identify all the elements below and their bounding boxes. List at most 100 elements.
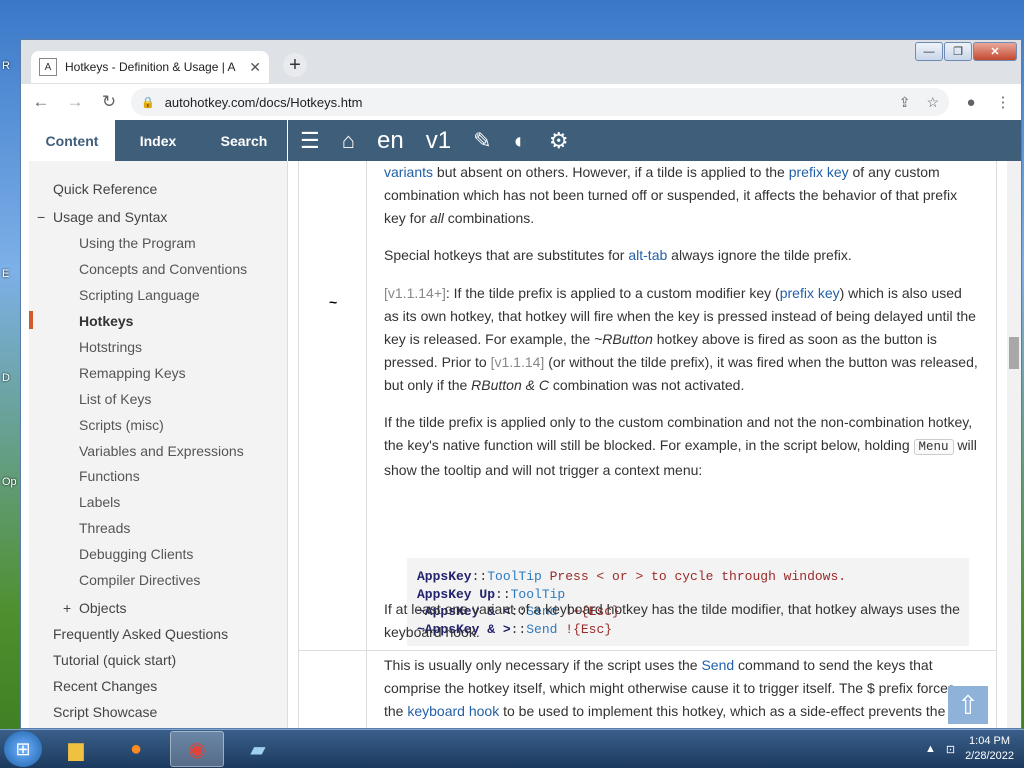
reload-button[interactable]: ↻ xyxy=(95,88,123,116)
taskbar: ⊞ ▆ ● ◉ ▰ ▲ ⊡ 1:04 PM 2/28/2022 xyxy=(0,729,1024,768)
toc-item-scripting-language[interactable]: Scripting Language xyxy=(79,287,200,303)
contrast-toggle-icon[interactable]: ◐ xyxy=(514,129,527,152)
text: always ignore the tilde prefix. xyxy=(667,247,852,263)
code-token: :: xyxy=(471,569,488,584)
toc-item-labels[interactable]: Labels xyxy=(79,494,120,510)
tab-search[interactable]: Search xyxy=(201,120,287,161)
sidebar-toc: Quick Reference − Usage and Syntax Using … xyxy=(29,161,288,728)
lock-icon: 🔒 xyxy=(141,96,155,109)
version-badge[interactable]: [v1.1.14+] xyxy=(384,285,446,301)
clock[interactable]: 1:04 PM 2/28/2022 xyxy=(965,734,1014,764)
paragraph-modifier-key: [v1.1.14+]: If the tilde prefix is appli… xyxy=(384,282,978,397)
version-badge[interactable]: [v1.1.14] xyxy=(491,354,545,370)
edit-pencil-icon[interactable]: ✎ xyxy=(473,129,491,152)
active-item-marker xyxy=(29,311,33,329)
language-selector[interactable]: en xyxy=(377,127,404,155)
text: Special hotkeys that are substitutes for xyxy=(384,247,629,263)
back-button[interactable]: ← xyxy=(27,88,55,116)
hamburger-menu-icon[interactable]: ☰ xyxy=(300,129,320,152)
desktop-icon-fragment[interactable]: R xyxy=(2,60,10,72)
text: : If the tilde prefix is applied to a cu… xyxy=(445,285,780,301)
link-prefix-key[interactable]: prefix key xyxy=(789,164,849,180)
tray-arrow-icon[interactable]: ▲ xyxy=(925,743,936,755)
page-viewport: Content Index Search ☰ ⌂ en v1 ✎ ◐ ⚙ Qui… xyxy=(21,120,1021,728)
url-text: autohotkey.com/docs/Hotkeys.htm xyxy=(164,94,363,110)
doc-content: ~ variants but absent on others. However… xyxy=(288,161,1007,728)
collapse-icon[interactable]: − xyxy=(37,209,53,225)
link-prefix-key-2[interactable]: prefix key xyxy=(780,285,840,301)
tab-content[interactable]: Content xyxy=(29,120,115,161)
firefox-icon[interactable]: ● xyxy=(110,732,162,766)
link-send[interactable]: Send xyxy=(701,657,734,673)
chrome-icon[interactable]: ◉ xyxy=(170,731,224,767)
page-scrollbar[interactable] xyxy=(1007,161,1021,728)
maximize-button[interactable]: ❐ xyxy=(944,42,972,61)
file-explorer-icon[interactable]: ▆ xyxy=(50,732,102,766)
system-tray: ▲ ⊡ 1:04 PM 2/28/2022 xyxy=(925,730,1014,768)
docs-nav-tabs: Content Index Search xyxy=(29,120,287,161)
toc-item-functions[interactable]: Functions xyxy=(79,468,140,484)
close-tab-icon[interactable]: ✕ xyxy=(249,59,261,76)
code-token[interactable]: ToolTip xyxy=(487,569,542,584)
text: to be used to implement this hotkey, whi… xyxy=(499,703,946,719)
toc-item-compiler-directives[interactable]: Compiler Directives xyxy=(79,572,200,588)
browser-tab[interactable]: A Hotkeys - Definition & Usage | A ✕ xyxy=(31,51,269,83)
bookmark-star-icon[interactable]: ☆ xyxy=(926,94,939,111)
toc-item-tutorial[interactable]: Tutorial (quick start) xyxy=(53,652,176,668)
toc-item-recent-changes[interactable]: Recent Changes xyxy=(53,678,157,694)
minimize-button[interactable]: — xyxy=(915,42,943,61)
back-to-top-button[interactable]: ⇧ xyxy=(948,686,988,724)
scrollbar-thumb[interactable] xyxy=(1009,337,1019,369)
toc-item-remapping-keys[interactable]: Remapping Keys xyxy=(79,365,186,381)
desktop-icon-fragment[interactable]: D xyxy=(2,372,10,384)
toc-item-quick-reference[interactable]: Quick Reference xyxy=(53,181,157,197)
forward-button[interactable]: → xyxy=(61,88,89,116)
text: combinations. xyxy=(443,210,535,226)
network-icon[interactable]: ⊡ xyxy=(946,743,955,756)
toc-item-using-the-program[interactable]: Using the Program xyxy=(79,235,196,251)
version-selector[interactable]: v1 xyxy=(426,127,451,155)
profile-avatar-icon[interactable]: ● xyxy=(957,88,985,116)
toc-item-hotkeys[interactable]: Hotkeys xyxy=(79,313,133,329)
text-italic: RButton & C xyxy=(471,377,549,393)
toc-item-script-showcase[interactable]: Script Showcase xyxy=(53,704,157,720)
link-keyboard-hook[interactable]: keyboard hook xyxy=(407,703,499,719)
dollar-key-cell xyxy=(299,651,367,728)
toc-item-hotstrings[interactable]: Hotstrings xyxy=(79,339,142,355)
home-icon[interactable]: ⌂ xyxy=(342,129,355,152)
toc-item-faq[interactable]: Frequently Asked Questions xyxy=(53,626,228,642)
toc-item-debugging-clients[interactable]: Debugging Clients xyxy=(79,546,193,562)
browser-toolbar: ← → ↻ 🔒 autohotkey.com/docs/Hotkeys.htm … xyxy=(21,84,1021,120)
toc-item-threads[interactable]: Threads xyxy=(79,520,130,536)
toc-item-scripts-misc[interactable]: Scripts (misc) xyxy=(79,417,164,433)
paragraph-dollar-prefix: This is usually only necessary if the sc… xyxy=(384,654,978,723)
tab-index[interactable]: Index xyxy=(115,120,201,161)
toc-item-usage-and-syntax[interactable]: − Usage and Syntax xyxy=(37,209,167,225)
share-icon[interactable]: ⇪ xyxy=(899,94,911,111)
new-tab-button[interactable]: + xyxy=(283,53,307,77)
desktop-icon-fragment[interactable]: E xyxy=(2,268,9,280)
expand-icon[interactable]: + xyxy=(63,600,79,616)
kbd-menu: Menu xyxy=(913,439,954,455)
link-variants[interactable]: variants xyxy=(384,164,433,180)
code-token: AppsKey xyxy=(417,569,472,584)
paragraph-keyboard-hook: If at least one variant of a keyboard ho… xyxy=(384,601,960,640)
start-button[interactable]: ⊞ xyxy=(4,731,42,767)
autohotkey-favicon-icon: A xyxy=(39,58,57,76)
toc-item-objects[interactable]: + Objects xyxy=(63,600,126,616)
clock-date: 2/28/2022 xyxy=(965,750,1014,762)
toc-item-concepts-and-conventions[interactable]: Concepts and Conventions xyxy=(79,261,247,277)
menu-kebab-icon[interactable]: ⋮ xyxy=(989,88,1017,116)
address-bar[interactable]: 🔒 autohotkey.com/docs/Hotkeys.htm ⇪ ☆ xyxy=(131,88,949,116)
settings-gear-icon[interactable]: ⚙ xyxy=(549,129,569,152)
browser-window: — ❐ ✕ A Hotkeys - Definition & Usage | A… xyxy=(20,39,1022,729)
toc-item-list-of-keys[interactable]: List of Keys xyxy=(79,391,151,407)
close-window-button[interactable]: ✕ xyxy=(973,42,1017,61)
notepad-icon[interactable]: ▰ xyxy=(232,732,284,766)
desktop-icon-fragment[interactable]: Op xyxy=(2,476,17,488)
table-row: ~ variants but absent on others. However… xyxy=(298,161,997,650)
toc-item-variables-and-expressions[interactable]: Variables and Expressions xyxy=(79,443,244,459)
toc-label: Usage and Syntax xyxy=(53,209,168,225)
link-alt-tab[interactable]: alt-tab xyxy=(628,247,667,263)
text-italic: all xyxy=(429,210,444,226)
